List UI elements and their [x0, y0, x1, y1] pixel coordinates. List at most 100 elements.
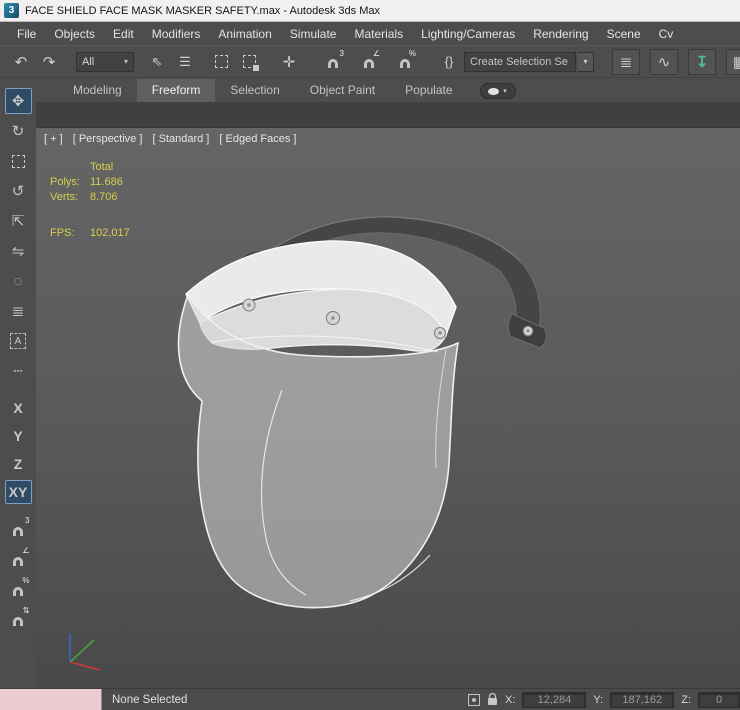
tab-populate[interactable]: Populate — [390, 79, 467, 102]
snaps-toggle-button[interactable]: 3 — [320, 49, 346, 75]
restrict-to-z-button[interactable]: Z — [5, 452, 32, 476]
marquee-icon — [214, 55, 228, 68]
z-coordinate-field[interactable]: 0 — [698, 691, 740, 708]
menu-modifiers[interactable]: Modifiers — [143, 24, 210, 44]
select-cursor-icon: ⇖ — [151, 53, 163, 69]
menu-civil-view[interactable]: Cv — [650, 24, 683, 44]
rivet-center — [526, 329, 530, 333]
magnet-icon — [328, 59, 338, 68]
menu-animation[interactable]: Animation — [209, 24, 280, 44]
toggle-ribbon-button[interactable]: ↧ — [688, 48, 716, 75]
schematic-view-button[interactable]: ▦ — [726, 48, 740, 75]
selection-lock-button[interactable] — [487, 693, 498, 706]
undo-button[interactable]: ↶ — [8, 49, 34, 75]
spinner-snap-toggle-button[interactable]: ⇅ — [5, 606, 32, 632]
move-arrows-icon: ✥ — [11, 93, 25, 110]
restrict-to-y-button[interactable]: Y — [5, 424, 32, 448]
tab-freeform[interactable]: Freeform — [136, 79, 216, 102]
rivet-center — [247, 303, 251, 307]
angle-snap-button[interactable]: ∠ — [356, 49, 382, 75]
select-and-rotate-tool-button[interactable]: ↻ — [5, 118, 32, 144]
menu-file[interactable]: File — [8, 24, 45, 44]
magnet-icon — [400, 59, 410, 68]
3ds-max-logo-icon: 3 — [4, 3, 19, 18]
chevron-down-icon: ▾ — [123, 57, 128, 66]
redo-icon: ↷ — [42, 53, 56, 71]
snap-3d-label: 3 — [25, 516, 30, 525]
select-object-button[interactable]: ⇖ — [144, 49, 170, 75]
named-sets-dropdown-button[interactable]: ▾ — [578, 51, 594, 72]
3ds-max-window: 3 FACE SHIELD FACE MASK MASKER SAFETY.ma… — [0, 0, 740, 710]
restrict-to-x-button[interactable]: X — [5, 396, 32, 420]
orbit-icon: ↺ — [11, 183, 25, 200]
annotation-button[interactable]: A — [5, 328, 32, 354]
menu-materials[interactable]: Materials — [345, 24, 412, 44]
select-and-move-button[interactable]: ✛ — [276, 49, 302, 75]
percent-snap-toggle-button[interactable]: % — [5, 576, 32, 602]
magnet-icon — [13, 586, 23, 596]
menu-objects[interactable]: Objects — [45, 24, 104, 44]
menu-scene[interactable]: Scene — [598, 24, 650, 44]
percent-snap-button[interactable]: % — [392, 49, 418, 75]
isolate-selection-button[interactable] — [468, 693, 481, 706]
tab-modeling[interactable]: Modeling — [58, 79, 137, 102]
angle-snap-label: ∠ — [372, 48, 380, 58]
snaps-toggle-3d-button[interactable]: 3 — [5, 516, 32, 542]
oval-icon — [488, 87, 500, 95]
named-selection-sets-combobox[interactable]: Create Selection Se — [464, 51, 576, 72]
maxscript-mini-listener[interactable] — [0, 689, 102, 710]
y-coordinate-label: Y: — [593, 693, 604, 706]
ribbon-panel-area — [36, 102, 740, 128]
magnet-icon — [13, 556, 23, 566]
layer-list-button[interactable]: ≣ — [5, 298, 32, 324]
window-title: FACE SHIELD FACE MASK MASKER SAFETY.max … — [25, 4, 380, 17]
snap-3d-label: 3 — [339, 48, 344, 58]
dashed-a-icon: A — [10, 333, 26, 349]
layer-explorer-button[interactable]: ≣ — [612, 48, 640, 75]
selection-filter-dropdown[interactable]: All ▾ — [76, 51, 134, 72]
ribbon-display-toggle[interactable]: ▾ — [479, 83, 516, 99]
restrict-to-xy-plane-button[interactable]: XY — [4, 480, 32, 504]
mirror-tool-button[interactable]: ⇋ — [5, 238, 32, 264]
y-coordinate-field[interactable]: 187,162 — [610, 691, 675, 708]
named-selection-sets-value: Create Selection Se — [470, 55, 568, 68]
marquee-icon — [11, 154, 25, 168]
angle-snap-toggle-button[interactable]: ∠ — [5, 546, 32, 572]
rivet-center — [331, 316, 335, 320]
soft-selection-button[interactable]: ◌ — [5, 268, 32, 294]
rivet-center — [438, 331, 442, 335]
curve-editor-button[interactable]: ∿ — [650, 48, 678, 75]
percent-snap-label: % — [22, 576, 30, 585]
percent-snap-label: % — [408, 48, 416, 58]
place-icon: ⇱ — [11, 213, 25, 230]
x-coordinate-field[interactable]: 12,284 — [522, 691, 587, 708]
select-and-move-tool-button[interactable]: ✥ — [4, 88, 32, 114]
selection-region-tool-button[interactable] — [5, 148, 32, 174]
y-coordinate-value: 187,162 — [622, 693, 663, 706]
orbit-tool-button[interactable]: ↺ — [5, 178, 32, 204]
menu-lighting-cameras[interactable]: Lighting/Cameras — [412, 24, 524, 44]
magnet-icon — [13, 526, 23, 536]
spinner-snap-label: ⇅ — [22, 606, 30, 615]
y-axis — [69, 639, 95, 663]
menu-rendering[interactable]: Rendering — [524, 24, 597, 44]
window-crossing-button[interactable] — [236, 49, 262, 75]
perspective-viewport[interactable]: [ + ] [ Perspective ] [ Standard ] [ Edg… — [36, 128, 740, 688]
rectangular-selection-button[interactable] — [208, 49, 234, 75]
redo-button[interactable]: ↷ — [36, 49, 62, 75]
face-shield-model[interactable] — [36, 128, 740, 688]
ribbon-tab-bar: Modeling Freeform Selection Object Paint… — [36, 78, 740, 102]
tab-selection[interactable]: Selection — [215, 79, 294, 102]
selection-status: None Selected — [112, 693, 188, 706]
edit-named-selection-sets-button[interactable]: {} — [436, 49, 462, 75]
select-and-place-tool-button[interactable]: ⇱ — [5, 208, 32, 234]
dashed-line-icon: ┄ — [13, 363, 23, 380]
z-coordinate-label: Z: — [681, 693, 691, 706]
menu-edit[interactable]: Edit — [104, 24, 143, 44]
x-coordinate-value: 12,284 — [537, 693, 572, 706]
chevron-down-icon: ▾ — [583, 57, 588, 66]
menu-simulate[interactable]: Simulate — [281, 24, 346, 44]
tab-object-paint[interactable]: Object Paint — [295, 79, 390, 102]
dashed-line-button[interactable]: ┄ — [5, 358, 32, 384]
select-by-name-button[interactable]: ☰ — [172, 49, 198, 75]
